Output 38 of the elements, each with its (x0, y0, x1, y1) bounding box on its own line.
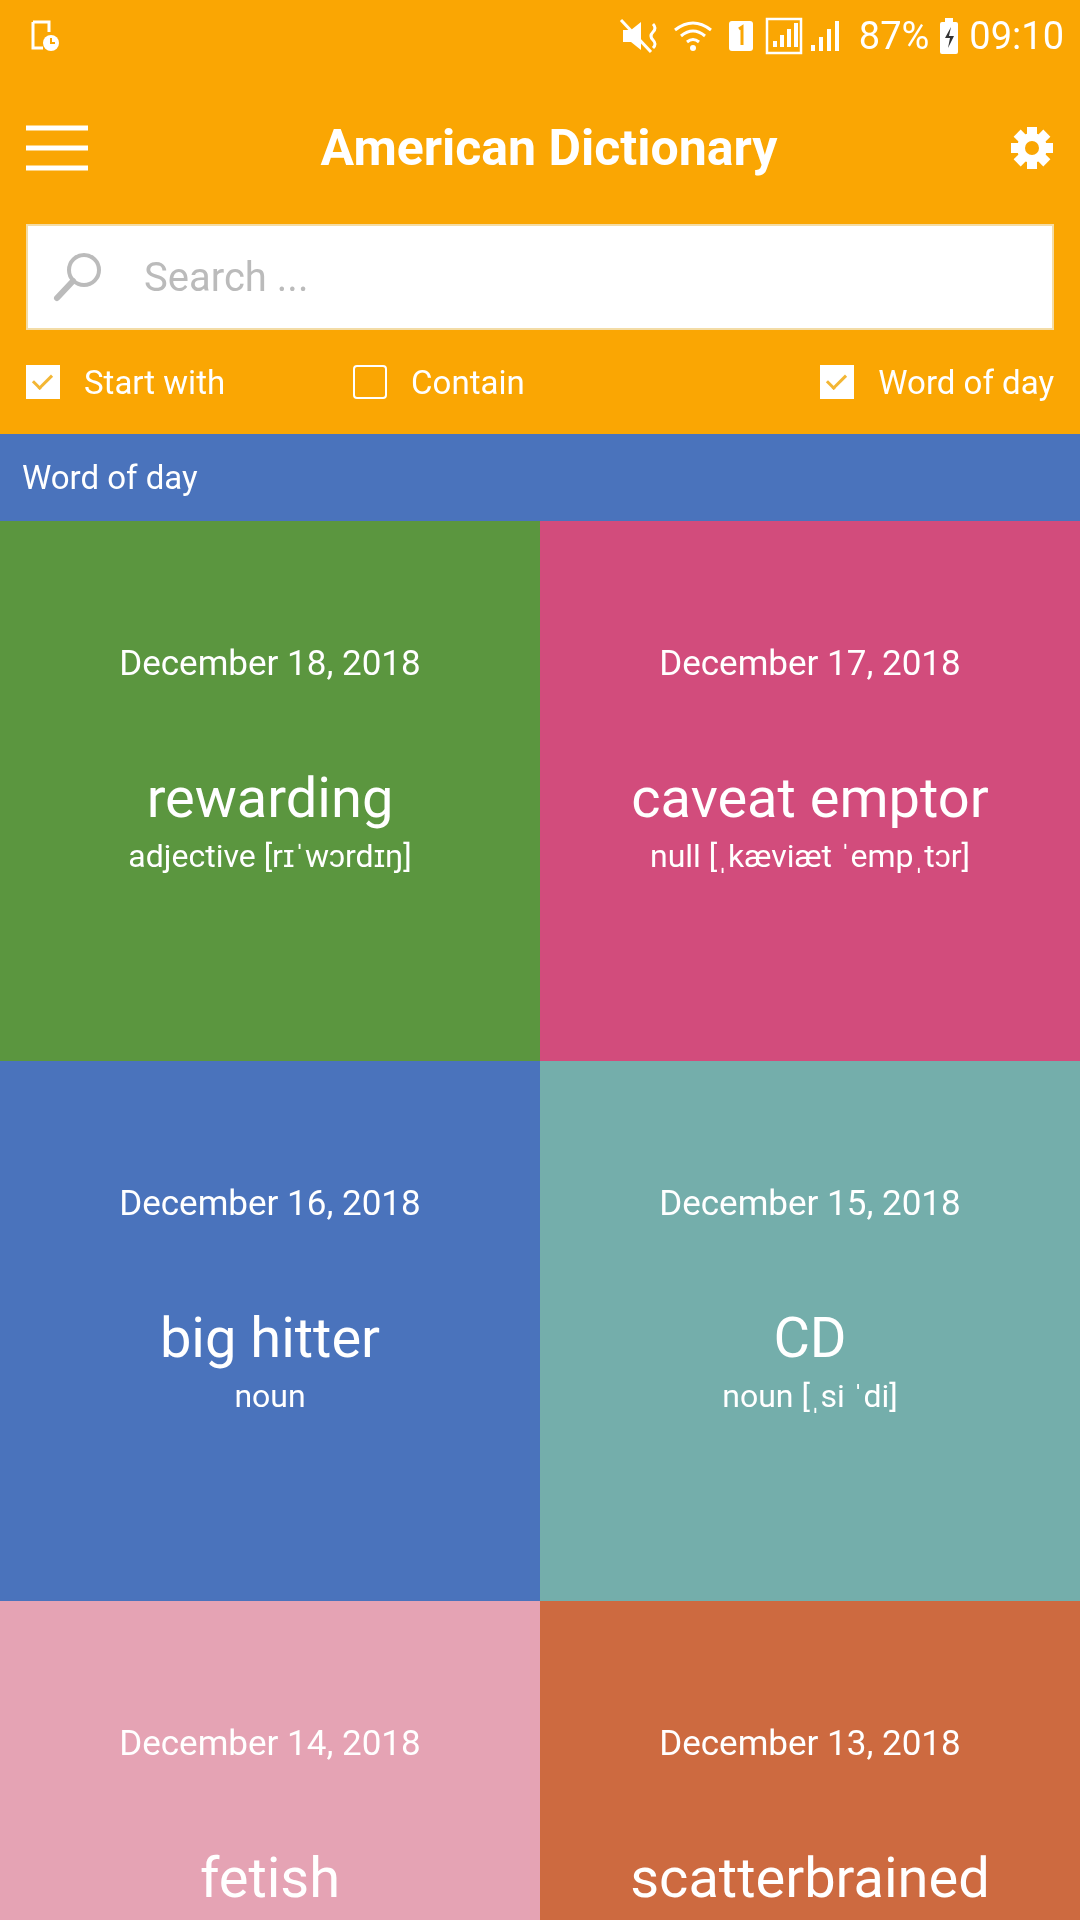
word-detail: adjective [rɪˈwɔrdɪŋ] (128, 837, 412, 875)
word-date: December 16, 2018 (119, 1183, 421, 1223)
section-header: Word of day (0, 434, 1080, 521)
word-title: fetish (199, 1845, 341, 1911)
checkbox-label: Contain (411, 362, 525, 402)
word-detail: noun [ˌsi ˈdi] (722, 1377, 898, 1415)
word-card[interactable]: December 16, 2018 big hitter noun (0, 1061, 540, 1601)
menu-icon[interactable] (26, 125, 88, 171)
word-title: big hitter (159, 1305, 381, 1371)
word-detail: noun (234, 1377, 306, 1415)
checkbox[interactable] (820, 365, 855, 399)
clock: 09:10 (969, 14, 1064, 58)
word-date: December 18, 2018 (119, 643, 421, 683)
app-title: American Dictionary (319, 119, 779, 177)
search-field[interactable]: Search ... (26, 224, 1054, 330)
checkbox[interactable] (353, 365, 388, 399)
word-card[interactable]: December 17, 2018 caveat emptor null [ˌkæviæt ˈempˌtɔr] (540, 521, 1080, 1061)
word-title: CD (773, 1305, 847, 1371)
sim-icon (726, 19, 755, 53)
word-date: December 17, 2018 (659, 643, 961, 683)
word-date: December 13, 2018 (659, 1723, 961, 1763)
word-card[interactable]: December 15, 2018 CD noun [ˌsi ˈdi] (540, 1061, 1080, 1601)
word-title: caveat emptor (631, 765, 989, 831)
checkbox-label: Start with (84, 362, 226, 402)
word-title: scatterbrained (630, 1845, 990, 1911)
word-card[interactable]: December 14, 2018 fetish (0, 1601, 540, 1920)
battery-percent: 87% (858, 14, 930, 58)
word-card[interactable]: December 13, 2018 scatterbrained (540, 1601, 1080, 1920)
calendar-icon (30, 19, 60, 53)
battery-icon (939, 18, 960, 54)
word-detail: null [ˌkæviæt ˈempˌtɔr] (650, 837, 970, 875)
checkbox[interactable] (26, 365, 60, 399)
word-date: December 14, 2018 (119, 1723, 421, 1763)
settings-icon[interactable] (1010, 126, 1054, 170)
word-card[interactable]: December 18, 2018 rewarding adjective [rɪˈwɔrdɪŋ] (0, 521, 540, 1061)
checkbox-label: Word of day (878, 362, 1054, 402)
word-date: December 15, 2018 (659, 1183, 961, 1223)
word-title: rewarding (146, 765, 394, 831)
